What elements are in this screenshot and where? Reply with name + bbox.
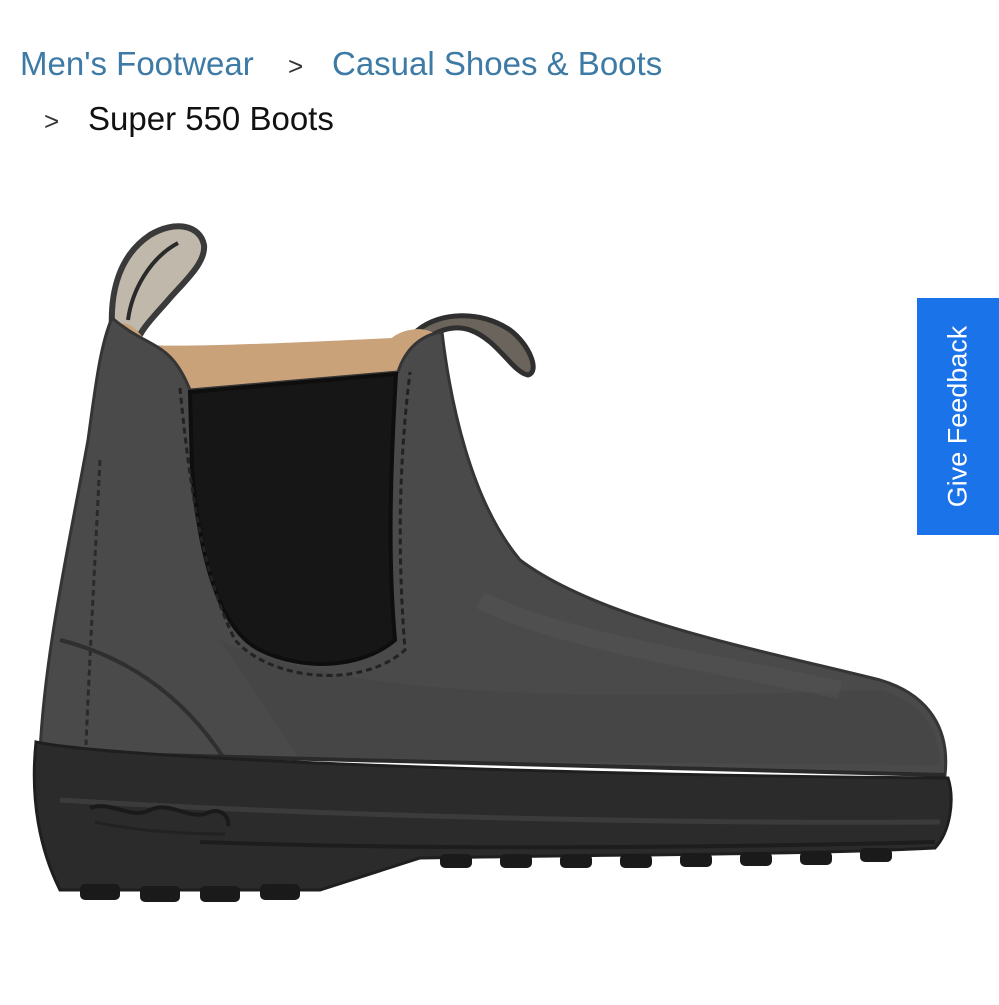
- breadcrumb-separator: >: [288, 51, 304, 81]
- breadcrumb-separator: >: [44, 106, 60, 136]
- give-feedback-label: Give Feedback: [942, 325, 973, 508]
- breadcrumb-link-casual-shoes-boots[interactable]: Casual Shoes & Boots: [332, 47, 662, 80]
- product-image[interactable]: [0, 160, 999, 1000]
- breadcrumb-current-page: Super 550 Boots: [88, 100, 334, 137]
- give-feedback-button[interactable]: Give Feedback: [917, 298, 999, 535]
- breadcrumb-link-mens-footwear[interactable]: Men's Footwear: [20, 47, 254, 80]
- chelsea-boot-image: [32, 223, 953, 902]
